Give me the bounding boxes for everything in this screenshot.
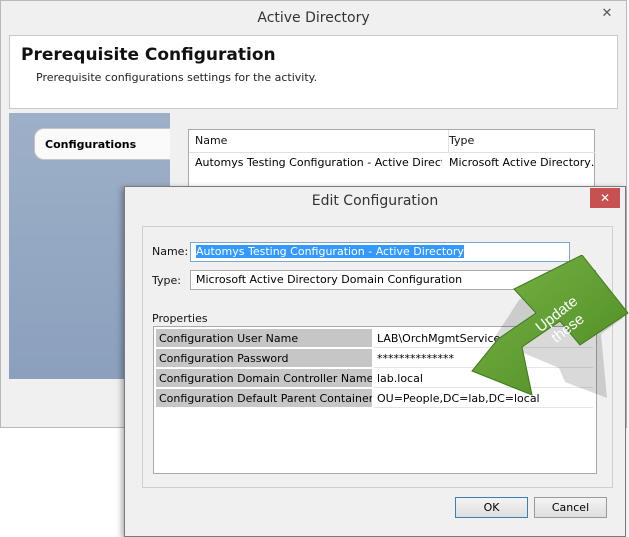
property-name: Configuration User Name (156, 329, 372, 348)
column-header-type[interactable]: Type (443, 130, 595, 153)
properties-label: Properties (152, 312, 208, 325)
page-subtitle: Prerequisite configurations settings for… (36, 71, 318, 84)
ok-button[interactable]: OK (455, 497, 528, 518)
property-name: Configuration Default Parent Container (156, 389, 372, 408)
configurations-grid[interactable]: Name Type Automys Testing Configuration … (188, 129, 595, 189)
name-input-value: Automys Testing Configuration - Active D… (196, 245, 464, 258)
close-icon[interactable]: ✕ (590, 188, 620, 208)
property-name: Configuration Password (156, 349, 372, 368)
column-header-name[interactable]: Name (189, 130, 449, 153)
prerequisite-header: Prerequisite Configuration Prerequisite … (9, 35, 618, 109)
page-title: Prerequisite Configuration (21, 45, 276, 65)
cancel-button[interactable]: Cancel (534, 497, 607, 518)
tab-configurations[interactable]: Configurations (34, 128, 170, 160)
window-title: Active Directory (1, 1, 626, 35)
table-cell-name[interactable]: Automys Testing Configuration - Active D… (189, 152, 442, 174)
close-icon[interactable]: ✕ (592, 5, 622, 23)
type-select-value: Microsoft Active Directory Domain Config… (196, 273, 463, 286)
table-cell-type[interactable]: Microsoft Active Directory… (443, 152, 595, 174)
name-label: Name: (152, 245, 189, 258)
dialog-title: Edit Configuration (311, 193, 439, 209)
type-label: Type: (152, 274, 181, 287)
property-name: Configuration Domain Controller Name (FQ… (156, 369, 372, 388)
update-callout-arrow: Update these (471, 255, 629, 398)
